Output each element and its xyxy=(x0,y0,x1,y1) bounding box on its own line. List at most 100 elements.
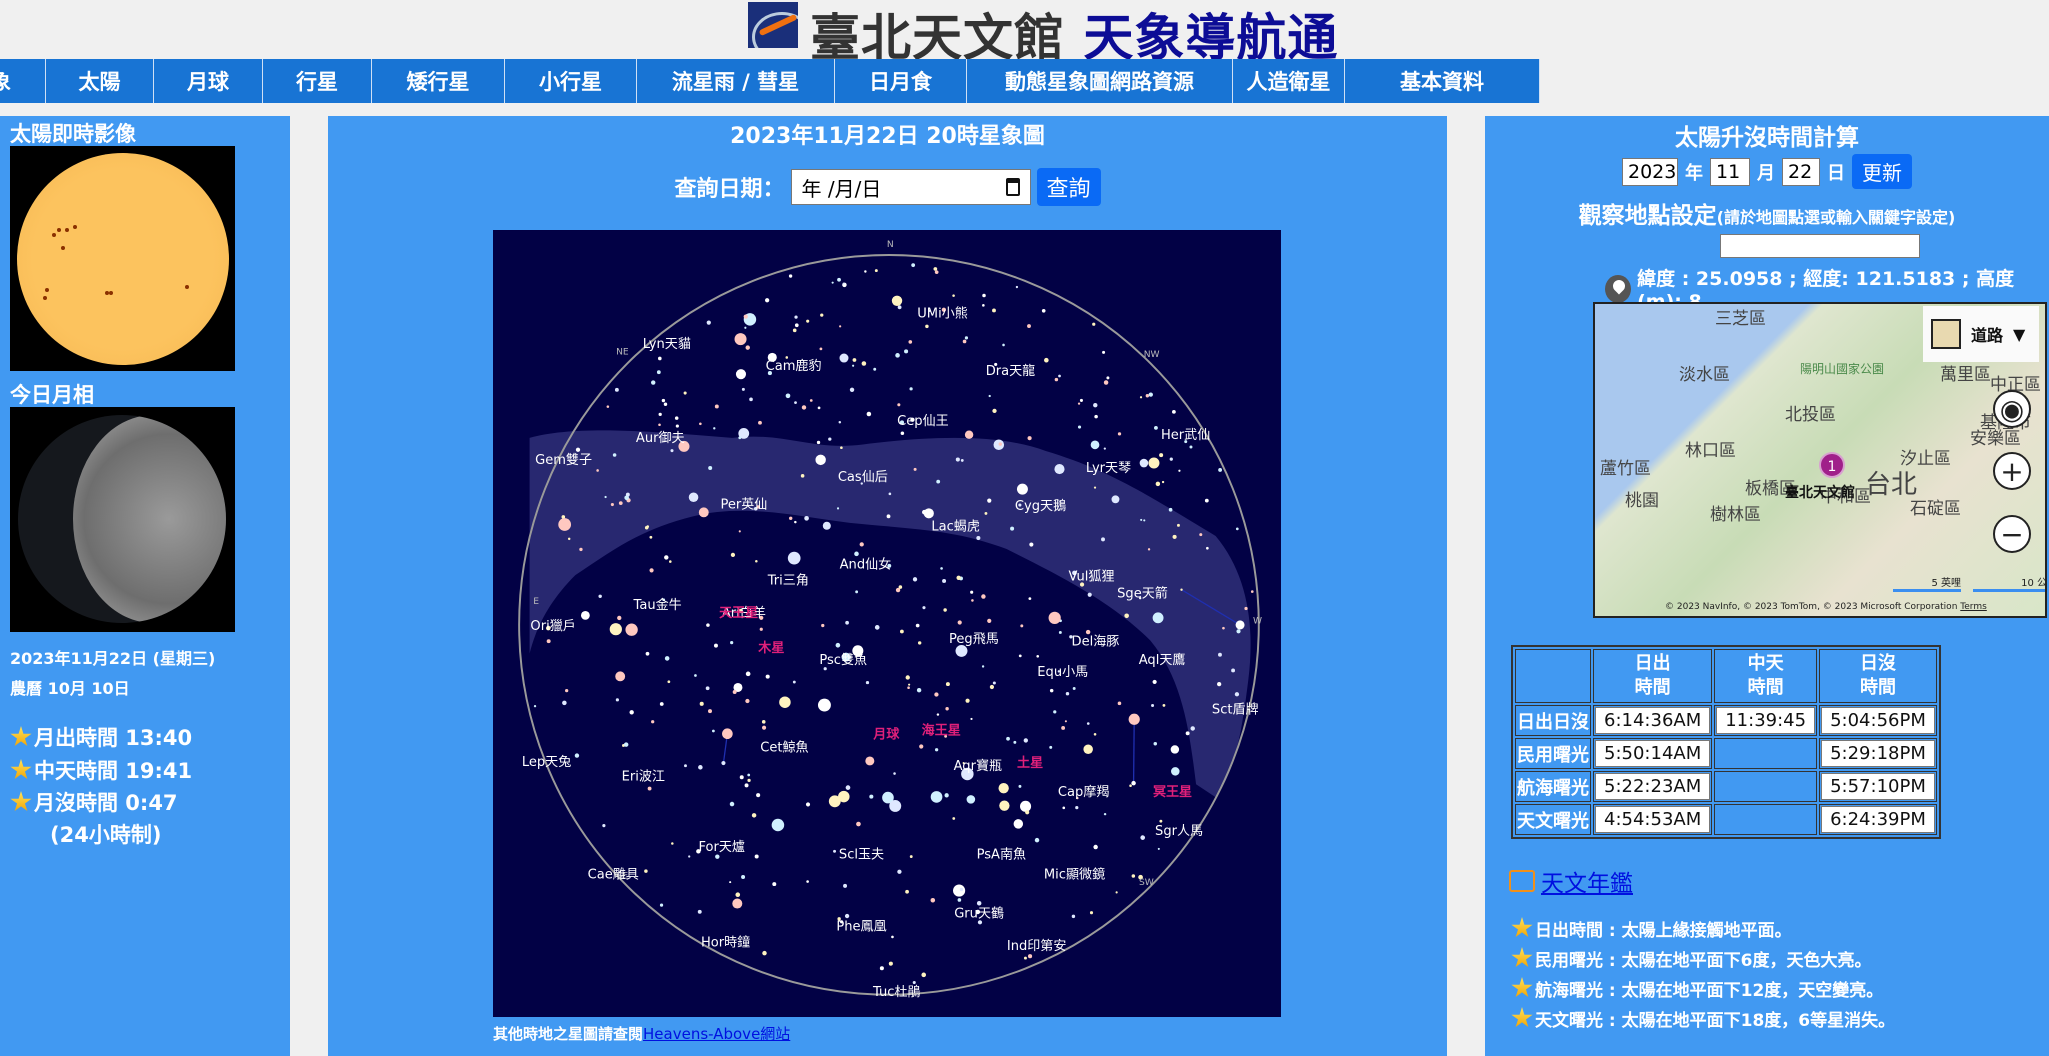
day-input[interactable]: 22 xyxy=(1782,157,1820,186)
constellation-label: Cae雕具 xyxy=(588,867,639,882)
star-point xyxy=(842,282,845,285)
rise-time-field[interactable]: 5:50:14AM xyxy=(1595,740,1711,767)
star-point xyxy=(840,446,843,450)
set-time-field[interactable]: 5:29:18PM xyxy=(1821,740,1935,767)
set-time-field[interactable]: 5:04:56PM xyxy=(1821,707,1935,734)
star-point xyxy=(744,326,747,329)
star-point xyxy=(658,423,661,427)
star-point xyxy=(1090,440,1100,450)
constellation-label: Per英仙 xyxy=(720,498,767,513)
site-logo[interactable] xyxy=(748,2,798,48)
nav-item[interactable]: 矮行星 xyxy=(372,59,505,103)
nav-item[interactable]: 人造衛星 xyxy=(1233,59,1345,103)
star-point xyxy=(1020,624,1024,628)
sun-image[interactable] xyxy=(10,146,235,371)
nav-item[interactable]: 流星雨 / 彗星 xyxy=(637,59,835,103)
star-point xyxy=(849,387,855,392)
query-date-input[interactable]: 年 /月/日 xyxy=(790,169,1031,205)
star-point xyxy=(1147,548,1151,551)
transit-time-field[interactable]: 11:39:45 xyxy=(1716,707,1816,734)
star-point xyxy=(683,391,687,395)
header-line: 時間 xyxy=(1747,677,1784,698)
year-input[interactable]: 2023 xyxy=(1622,157,1678,186)
star-point xyxy=(711,729,715,733)
star-point xyxy=(1151,703,1155,707)
nav-item[interactable]: 太陽 xyxy=(46,59,154,103)
star-point xyxy=(965,698,970,703)
update-button[interactable]: 更新 xyxy=(1852,154,1912,189)
map-type-selector[interactable]: 道路 ▼ xyxy=(1923,306,2039,362)
star-point xyxy=(1028,954,1033,959)
zoom-out-button[interactable]: − xyxy=(1993,515,2031,553)
star-point xyxy=(908,683,911,686)
star-point xyxy=(765,298,770,303)
scale-miles: 5 英哩 xyxy=(1893,574,1961,592)
nav-item[interactable]: 行星 xyxy=(263,59,372,103)
rise-time-field[interactable]: 5:22:23AM xyxy=(1595,773,1711,800)
header-line: 中天 xyxy=(1747,653,1784,674)
nav-item[interactable]: 日月食 xyxy=(835,59,967,103)
location-title-text: 觀察地點設定 xyxy=(1578,203,1717,229)
footer-text: 其他時地之星圖請查閱 xyxy=(493,1025,644,1043)
month-input[interactable]: 11 xyxy=(1710,157,1750,186)
calendar-icon[interactable] xyxy=(1005,178,1020,196)
location-search-input[interactable] xyxy=(1720,234,1920,258)
star-point xyxy=(1013,819,1024,829)
sunspot xyxy=(61,246,65,250)
star-point xyxy=(1235,620,1245,630)
star-point xyxy=(721,760,726,766)
star-chart[interactable]: N NE NW E W SE SW UMi小熊 Lyn天貓 Cam鹿豹 Dra天龍 Her武仙 Cep仙… xyxy=(493,230,1281,1017)
map-place-label: 北投區 xyxy=(1785,405,1836,425)
cell-rise: 5:50:14AM xyxy=(1593,738,1713,769)
constellation-label: Gru天鶴 xyxy=(954,906,1004,922)
star-point xyxy=(1153,742,1158,746)
nav-item[interactable]: 動態星象圖網路資源 xyxy=(967,59,1233,103)
nav-item[interactable]: 基本資料 xyxy=(1345,59,1540,103)
constellation-label: Vul狐狸 xyxy=(1068,569,1114,584)
star-point xyxy=(1143,519,1146,522)
star-point xyxy=(754,854,759,859)
star-point xyxy=(895,353,900,358)
star-point xyxy=(658,412,662,417)
set-time-field[interactable]: 6:24:39PM xyxy=(1821,806,1935,833)
nav-item[interactable]: 象 xyxy=(0,59,46,103)
locate-me-button[interactable]: ◉ xyxy=(1993,390,2031,428)
star-point xyxy=(982,293,986,298)
rise-time-field[interactable]: 6:14:36AM xyxy=(1595,707,1711,734)
star-point xyxy=(649,535,653,539)
query-button[interactable]: 查詢 xyxy=(1036,168,1101,206)
star-point xyxy=(952,817,956,820)
almanac-link[interactable]: 天文年鑑 xyxy=(1541,864,1633,898)
star-point xyxy=(1235,527,1239,531)
map-marker[interactable]: 1 xyxy=(1819,452,1845,478)
rise-time-field[interactable]: 4:54:53AM xyxy=(1595,806,1711,833)
star-point xyxy=(940,567,943,570)
star-point xyxy=(1034,837,1040,843)
star-point xyxy=(567,537,571,541)
star-point xyxy=(855,590,859,594)
heavens-above-link[interactable]: Heavens-Above網站 xyxy=(643,1025,790,1043)
sunspot xyxy=(109,291,113,295)
star-point xyxy=(755,560,758,563)
star-point xyxy=(688,492,699,503)
constellation-label: Gem雙子 xyxy=(535,453,592,468)
nav-item[interactable]: 月球 xyxy=(154,59,263,103)
star-point xyxy=(1072,686,1076,690)
star-point xyxy=(976,536,981,541)
star-point xyxy=(1064,720,1067,723)
location-map[interactable]: 三芝區 淡水區 陽明山國家公園 萬里區 北投區 林口區 蘆竹區 台北 汐止區 板橋區 中和區 桃園 樹林… xyxy=(1593,302,2047,618)
zoom-in-button[interactable]: + xyxy=(1993,452,2031,490)
set-time-field[interactable]: 5:57:10PM xyxy=(1821,773,1935,800)
nav-item[interactable]: 小行星 xyxy=(505,59,637,103)
moon-image[interactable] xyxy=(10,407,235,632)
star-point xyxy=(1129,784,1132,787)
star-point xyxy=(713,643,718,648)
terms-link[interactable]: Terms xyxy=(1960,602,1987,612)
star-point xyxy=(989,684,995,690)
star-point xyxy=(730,641,734,645)
header-line: 時間 xyxy=(1634,677,1671,698)
star-point xyxy=(675,424,679,428)
star-point xyxy=(1154,425,1158,430)
star-point xyxy=(1053,710,1057,714)
star-point xyxy=(708,709,712,714)
